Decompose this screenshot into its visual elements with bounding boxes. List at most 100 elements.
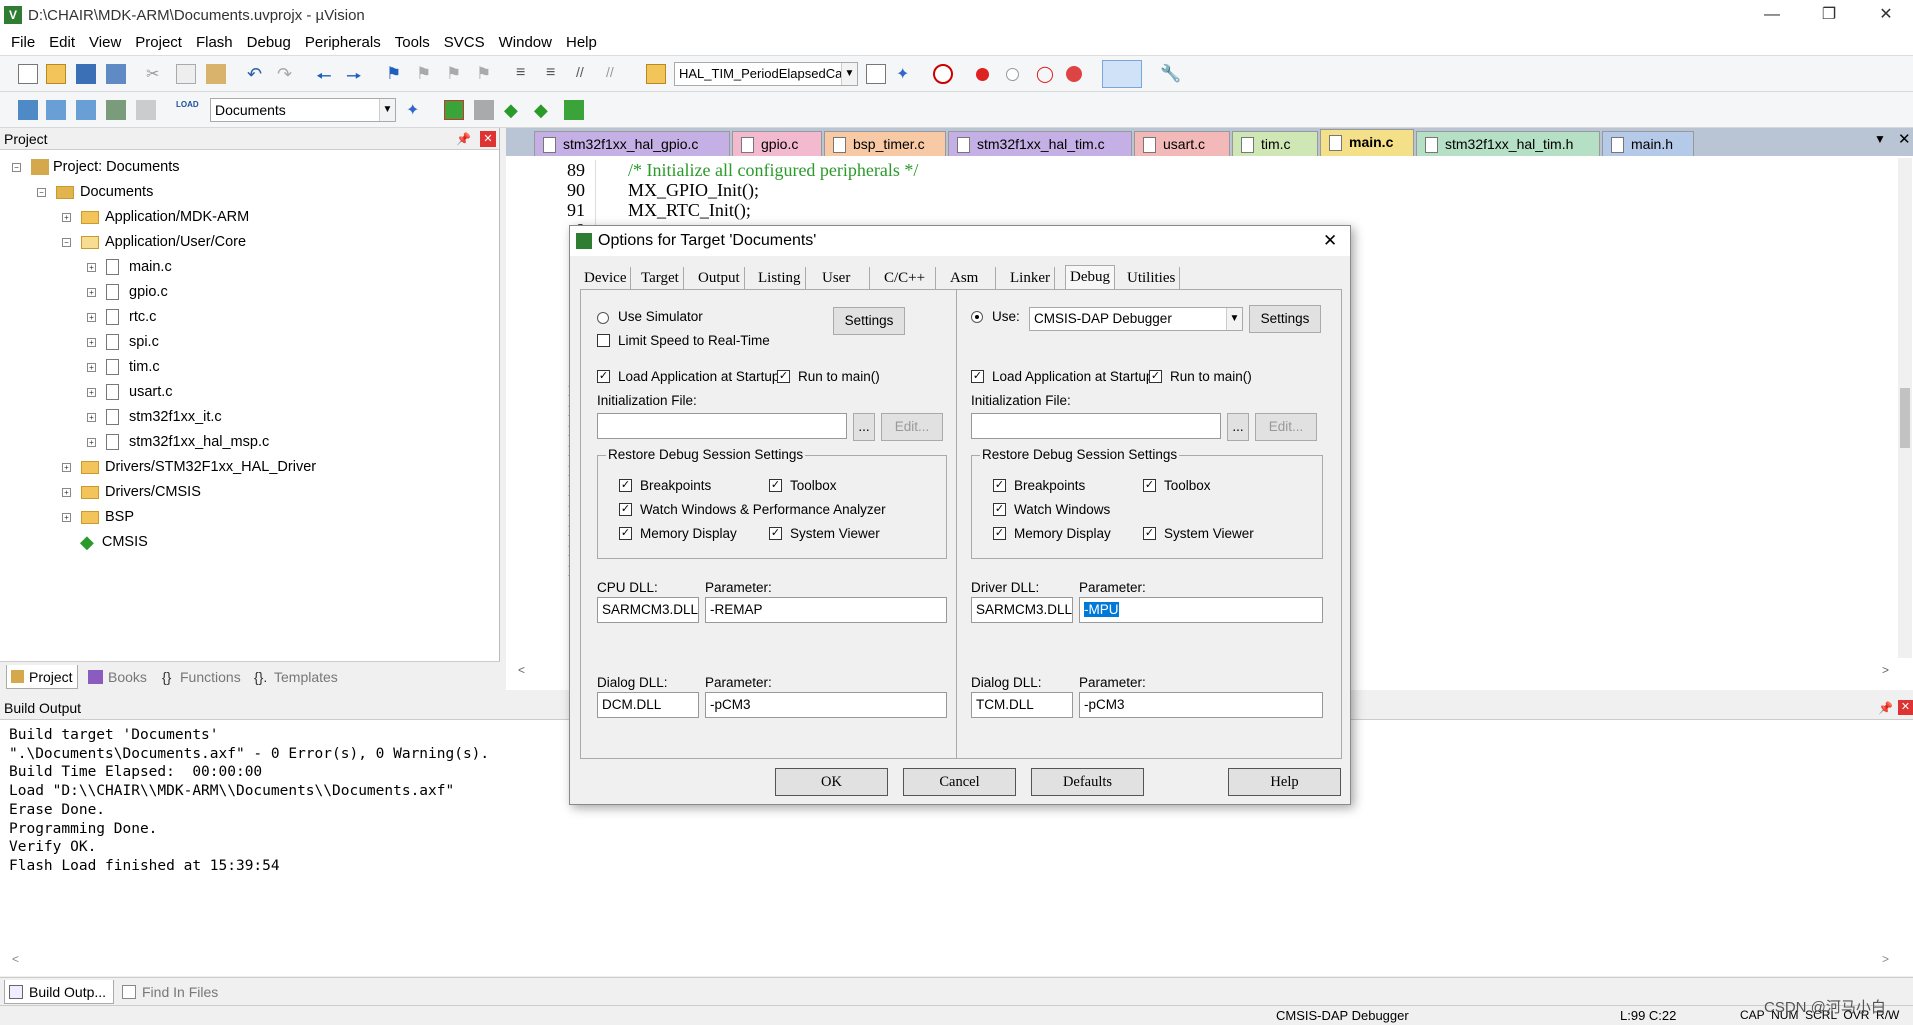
pin-icon[interactable]: 📌 — [1878, 696, 1893, 720]
restore-button[interactable]: ❐ — [1806, 0, 1852, 30]
defaults-button[interactable]: Defaults — [1031, 768, 1144, 796]
expand-icon[interactable]: + — [87, 337, 96, 347]
simulator-settings-button[interactable]: Settings — [833, 307, 905, 335]
tab-target[interactable]: Target — [637, 267, 684, 289]
tab-user[interactable]: User — [818, 267, 870, 289]
scroll-right-icon[interactable]: > — [1882, 952, 1889, 966]
close-panel-icon[interactable]: ✕ — [1898, 700, 1913, 715]
tree-file-rtc-c[interactable]: + rtc.c — [87, 305, 156, 329]
tree-group-mdk-arm[interactable]: + Application/MDK-ARM — [62, 205, 249, 229]
tab-listing[interactable]: Listing — [754, 267, 806, 289]
collapse-icon[interactable]: − — [37, 187, 46, 197]
batch-build-icon[interactable] — [106, 100, 126, 120]
sim-dialog-param-input[interactable]: -pCM3 — [705, 692, 947, 718]
cpu-dll-input[interactable]: SARMCM3.DLL — [597, 597, 699, 623]
sim-run-to-main-checkbox[interactable]: ✓ — [777, 370, 790, 383]
tab-cc[interactable]: C/C++ — [880, 267, 936, 289]
help-button[interactable]: Help — [1228, 768, 1341, 796]
manage-components-icon[interactable] — [444, 100, 464, 120]
next-bookmark-icon[interactable]: ⚑ — [446, 64, 466, 84]
sim-edit-button[interactable]: Edit... — [881, 413, 943, 441]
paste-icon[interactable] — [206, 64, 226, 84]
build-icon[interactable] — [46, 100, 66, 120]
tab-output[interactable]: Output — [694, 267, 745, 289]
close-tab-icon[interactable]: ✕ — [1898, 130, 1911, 148]
code-line[interactable]: /* Initialize all configured peripherals… — [628, 160, 918, 181]
scrollbar-thumb[interactable] — [1900, 388, 1910, 448]
new-file-icon[interactable] — [18, 64, 38, 84]
expand-icon[interactable]: + — [87, 262, 96, 272]
debugger-select[interactable]: CMSIS-DAP Debugger ▼ — [1029, 307, 1243, 331]
tab-hal-gpio-c[interactable]: stm32f1xx_hal_gpio.c — [534, 131, 730, 156]
navigate-back-icon[interactable]: 🠔 — [316, 64, 336, 86]
menu-file[interactable]: File — [4, 34, 42, 51]
hw-edit-button[interactable]: Edit... — [1255, 413, 1317, 441]
debug-session-icon[interactable] — [933, 64, 953, 84]
redo-icon[interactable]: ↷ — [277, 64, 297, 84]
comment-icon[interactable]: // — [576, 64, 596, 84]
find-in-files-icon[interactable] — [646, 64, 666, 84]
tree-file-msp-c[interactable]: + stm32f1xx_hal_msp.c — [87, 430, 269, 454]
prev-bookmark-icon[interactable]: ⚑ — [416, 64, 436, 84]
open-file-icon[interactable] — [46, 64, 66, 84]
tab-device[interactable]: Device — [580, 267, 632, 289]
tree-group-cmsis[interactable]: + Drivers/CMSIS — [62, 480, 201, 504]
use-debugger-radio[interactable] — [971, 311, 983, 323]
ok-button[interactable]: OK — [775, 768, 888, 796]
kill-breakpoints-icon[interactable] — [1066, 66, 1082, 82]
stop-build-icon[interactable] — [136, 100, 156, 120]
tab-usart-c[interactable]: usart.c — [1134, 131, 1230, 156]
build-horizontal-scrollbar[interactable]: < > — [0, 952, 1900, 968]
indent-icon[interactable]: ≡ — [516, 64, 536, 84]
menu-project[interactable]: Project — [128, 34, 189, 51]
tab-functions[interactable]: {} Functions — [160, 665, 241, 689]
tree-file-usart-c[interactable]: + usart.c — [87, 380, 173, 404]
sim-load-app-checkbox[interactable]: ✓ — [597, 370, 610, 383]
hw-watch-checkbox[interactable]: ✓ — [993, 503, 1006, 516]
tab-templates[interactable]: {}. Templates — [252, 665, 338, 689]
pack-installer-icon[interactable]: ◆ — [534, 100, 554, 120]
tab-main-c[interactable]: main.c — [1320, 129, 1414, 156]
code-line[interactable]: MX_RTC_Init(); — [628, 200, 751, 221]
close-dialog-icon[interactable]: ✕ — [1323, 226, 1337, 256]
bookmark-icon[interactable]: ⚑ — [386, 64, 406, 84]
close-window-button[interactable]: ✕ — [1863, 0, 1909, 30]
target-combo[interactable]: Documents ▼ — [210, 98, 396, 122]
window-layout-button[interactable] — [1102, 60, 1142, 88]
editor-vertical-scrollbar[interactable] — [1898, 158, 1912, 658]
tree-target[interactable]: − Documents — [37, 180, 153, 204]
tab-build-output[interactable]: Build Outp... — [4, 980, 114, 1004]
hw-dialog-param-input[interactable]: -pCM3 — [1079, 692, 1323, 718]
tree-cmsis-component[interactable]: ◆ CMSIS — [80, 530, 148, 554]
copy-icon[interactable] — [176, 64, 196, 84]
menu-help[interactable]: Help — [559, 34, 604, 51]
menu-view[interactable]: View — [82, 34, 128, 51]
expand-icon[interactable]: + — [87, 412, 96, 422]
find-icon[interactable] — [866, 64, 886, 84]
hw-memory-checkbox[interactable]: ✓ — [993, 527, 1006, 540]
tab-find-in-files[interactable]: Find In Files — [120, 980, 218, 1004]
limit-speed-checkbox[interactable] — [597, 334, 610, 347]
pin-icon[interactable]: 📌 — [456, 128, 471, 150]
expand-icon[interactable]: + — [87, 287, 96, 297]
tree-file-it-c[interactable]: + stm32f1xx_it.c — [87, 405, 222, 429]
scroll-left-icon[interactable]: < — [12, 952, 19, 966]
menu-flash[interactable]: Flash — [189, 34, 240, 51]
tree-group-bsp[interactable]: + BSP — [62, 505, 134, 529]
hw-breakpoints-checkbox[interactable]: ✓ — [993, 479, 1006, 492]
tree-file-gpio-c[interactable]: + gpio.c — [87, 280, 168, 304]
options-for-target-icon[interactable]: ✦ — [406, 100, 426, 120]
hw-load-app-checkbox[interactable]: ✓ — [971, 370, 984, 383]
expand-icon[interactable]: + — [62, 487, 71, 497]
tab-linker[interactable]: Linker — [1006, 267, 1055, 289]
collapse-icon[interactable]: − — [62, 237, 71, 247]
expand-icon[interactable]: + — [62, 212, 71, 222]
configure-tools-icon[interactable]: 🔧 — [1160, 64, 1181, 84]
tree-project-root[interactable]: − Project: Documents — [12, 155, 180, 179]
hw-sysviewer-checkbox[interactable]: ✓ — [1143, 527, 1156, 540]
expand-icon[interactable]: + — [87, 362, 96, 372]
sim-watch-checkbox[interactable]: ✓ — [619, 503, 632, 516]
tab-hal-tim-c[interactable]: stm32f1xx_hal_tim.c — [948, 131, 1132, 156]
scroll-left-icon[interactable]: < — [518, 663, 525, 677]
menu-window[interactable]: Window — [492, 34, 559, 51]
